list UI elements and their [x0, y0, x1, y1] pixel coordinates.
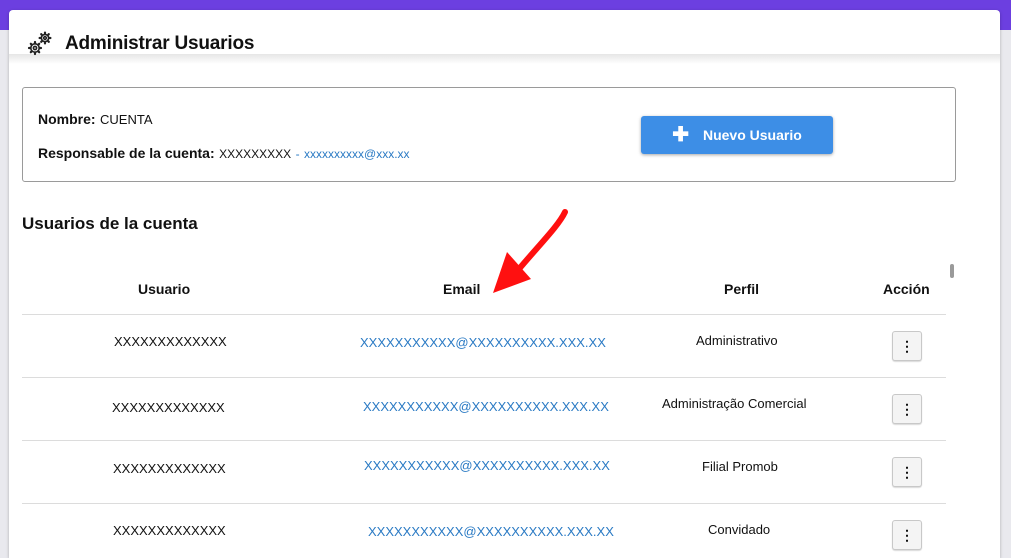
account-owner-email[interactable]: xxxxxxxxxx@xxx.xx: [304, 147, 410, 161]
new-user-button-label: Nuevo Usuario: [702, 127, 802, 143]
column-header-user: Usuario: [138, 281, 191, 297]
account-name-label: Nombre:: [38, 111, 96, 127]
users-section-title: Usuarios de la cuenta: [22, 214, 198, 233]
kebab-menu-icon: ⋮: [900, 337, 914, 354]
page-title: Administrar Usuarios: [65, 33, 255, 54]
profile-cell: Administração Comercial: [662, 396, 807, 411]
row-actions-button[interactable]: ⋮: [892, 394, 922, 424]
profile-cell: Filial Promob: [702, 459, 778, 474]
header-divider: [9, 54, 1000, 64]
account-name-line: Nombre: CUENTA: [38, 111, 153, 129]
table-row: XXXXXXXXXXXXX XXXXXXXXXXX@XXXXXXXXXX.XXX…: [22, 503, 946, 558]
profile-cell: Administrativo: [696, 333, 778, 348]
account-info-panel: Nombre: CUENTA Responsable de la cuenta:…: [22, 87, 956, 182]
user-cell: XXXXXXXXXXXXX: [112, 400, 225, 415]
table-row: XXXXXXXXXXXXX XXXXXXXXXXX@XXXXXXXXXX.XXX…: [22, 377, 946, 440]
email-cell[interactable]: XXXXXXXXXXX@XXXXXXXXXX.XXX.XX: [363, 399, 609, 414]
column-header-email: Email: [443, 281, 481, 297]
kebab-menu-icon: ⋮: [900, 526, 914, 543]
profile-cell: Convidado: [708, 522, 771, 537]
column-header-profile: Perfil: [724, 281, 760, 297]
row-actions-button[interactable]: ⋮: [892, 520, 922, 550]
red-arrow-annotation: [493, 209, 568, 293]
kebab-menu-icon: ⋮: [900, 463, 914, 480]
row-actions-button[interactable]: ⋮: [892, 457, 922, 487]
plus-icon: ✚: [672, 124, 689, 146]
gears-icon: [27, 31, 52, 56]
row-actions-button[interactable]: ⋮: [892, 331, 922, 361]
user-cell: XXXXXXXXXXXXX: [114, 334, 227, 349]
email-cell[interactable]: XXXXXXXXXXX@XXXXXXXXXX.XXX.XX: [364, 458, 610, 473]
owner-separator: -: [295, 147, 300, 161]
new-user-button[interactable]: ✚ Nuevo Usuario: [641, 116, 833, 154]
user-cell: XXXXXXXXXXXXX: [113, 461, 226, 476]
email-cell[interactable]: XXXXXXXXXXX@XXXXXXXXXX.XXX.XX: [368, 524, 614, 539]
table-row: XXXXXXXXXXXXX XXXXXXXXXXX@XXXXXXXXXX.XXX…: [22, 314, 946, 377]
table-row: XXXXXXXXXXXXX XXXXXXXXXXX@XXXXXXXXXX.XXX…: [22, 440, 946, 503]
manage-users-modal: Administrar Usuarios Nombre: CUENTA Resp…: [9, 10, 1000, 558]
account-owner-line: Responsable de la cuenta: XXXXXXXXX - xx…: [38, 145, 410, 163]
column-header-action: Acción: [883, 281, 930, 297]
account-owner-value: XXXXXXXXX: [219, 147, 292, 161]
account-name-value: CUENTA: [100, 112, 153, 127]
email-cell[interactable]: XXXXXXXXXXX@XXXXXXXXXX.XXX.XX: [360, 335, 606, 350]
kebab-menu-icon: ⋮: [900, 400, 914, 417]
account-owner-label: Responsable de la cuenta:: [38, 145, 215, 161]
user-cell: XXXXXXXXXXXXX: [113, 523, 226, 538]
table-scrollbar[interactable]: [950, 264, 954, 278]
